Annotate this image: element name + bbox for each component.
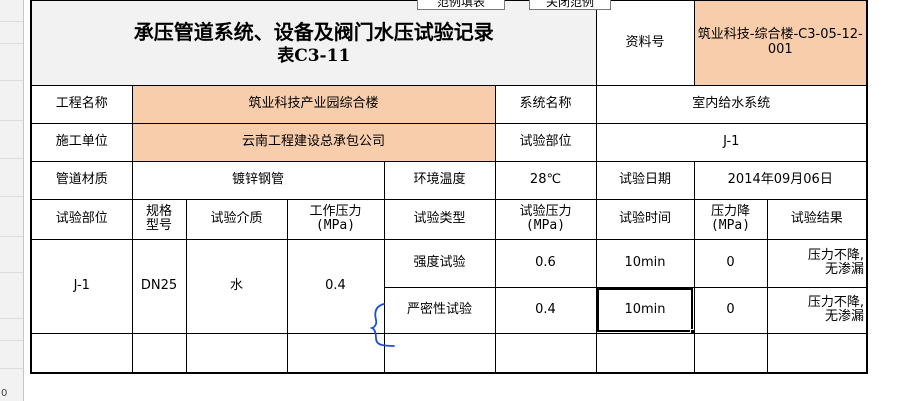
- col-header-test-pressure: 试验压力 (MPa): [494, 198, 597, 240]
- col-header-spec: 规格 型号: [131, 198, 187, 240]
- test-date-label: 试验日期: [595, 160, 695, 200]
- col-header-test-time: 试验时间: [595, 198, 695, 240]
- project-name-label: 工程名称: [30, 84, 133, 124]
- form-title: 承压管道系统、设备及阀门水压试验记录: [133, 20, 494, 45]
- empty-cell[interactable]: [383, 332, 496, 374]
- row-test-time[interactable]: 10min: [595, 238, 695, 288]
- col-header-pressure-drop: 压力降 (MPa): [693, 198, 768, 240]
- col-header-medium: 试验介质: [185, 198, 288, 240]
- row-spec[interactable]: DN25: [131, 238, 187, 334]
- row-result[interactable]: 压力不降, 无渗漏: [766, 286, 868, 334]
- brace-annotation: [370, 303, 395, 347]
- col-header-result: 试验结果: [766, 198, 868, 240]
- doc-no-label: 资料号: [595, 0, 695, 86]
- row-test-time-selected[interactable]: 10min: [595, 286, 695, 334]
- row-test-type[interactable]: 强度试验: [383, 238, 496, 288]
- pipe-material-value[interactable]: 镀锌钢管: [131, 160, 385, 200]
- system-name-value[interactable]: 室内给水系统: [595, 84, 868, 124]
- row-test-pressure[interactable]: 0.6: [494, 238, 597, 288]
- contractor-value[interactable]: 云南工程建设总承包公司: [131, 122, 496, 162]
- form-title-cell[interactable]: 承压管道系统、设备及阀门水压试验记录 表C3-11: [30, 0, 597, 86]
- empty-cell[interactable]: [595, 332, 695, 374]
- col-header-location: 试验部位: [30, 198, 133, 240]
- row-number[interactable]: 0: [1, 388, 7, 399]
- empty-cell[interactable]: [494, 332, 597, 374]
- row-pressure-drop[interactable]: 0: [693, 286, 768, 334]
- contractor-label: 施工单位: [30, 122, 133, 162]
- ambient-temp-value[interactable]: 28℃: [494, 160, 597, 200]
- row-result[interactable]: 压力不降, 无渗漏: [766, 238, 868, 288]
- test-date-value[interactable]: 2014年09月06日: [693, 160, 868, 200]
- empty-cell[interactable]: [30, 332, 133, 374]
- test-location-label: 试验部位: [494, 122, 597, 162]
- empty-cell[interactable]: [185, 332, 288, 374]
- row-pressure-drop[interactable]: 0: [693, 238, 768, 288]
- doc-no-value[interactable]: 筑业科技-综合楼-C3-05-12-001: [693, 0, 868, 86]
- col-header-work-pressure: 工作压力 (MPa): [286, 198, 385, 240]
- empty-cell[interactable]: [693, 332, 768, 374]
- empty-cell[interactable]: [131, 332, 187, 374]
- pressure-test-form: 承压管道系统、设备及阀门水压试验记录 表C3-11 资料号 筑业科技-综合楼-C…: [30, 0, 868, 374]
- fill-handle[interactable]: [689, 328, 693, 332]
- row-header-strip: 0: [0, 0, 24, 401]
- row-location[interactable]: J-1: [30, 238, 133, 334]
- empty-cell[interactable]: [766, 332, 868, 374]
- close-example-button[interactable]: 关闭范例: [529, 0, 611, 10]
- row-medium[interactable]: 水: [185, 238, 288, 334]
- pipe-material-label: 管道材质: [30, 160, 133, 200]
- fill-example-button[interactable]: 范例填表: [417, 0, 505, 10]
- row-test-type[interactable]: 严密性试验: [383, 286, 496, 334]
- ambient-temp-label: 环境温度: [383, 160, 496, 200]
- form-subtitle: 表C3-11: [277, 46, 351, 67]
- col-header-test-type: 试验类型: [383, 198, 496, 240]
- row-test-pressure[interactable]: 0.4: [494, 286, 597, 334]
- system-name-label: 系统名称: [494, 84, 597, 124]
- test-location-value[interactable]: J-1: [595, 122, 868, 162]
- project-name-value[interactable]: 筑业科技产业园综合楼: [131, 84, 496, 124]
